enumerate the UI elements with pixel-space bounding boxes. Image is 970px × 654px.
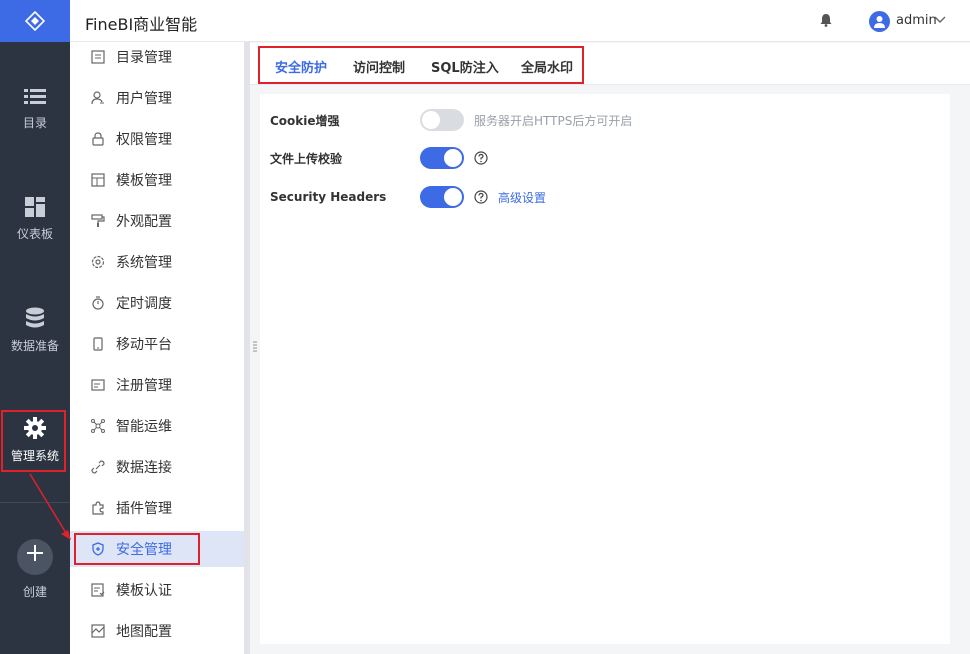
menu-item-plugin[interactable]: 插件管理	[70, 490, 244, 526]
rail-label: 仪表板	[16, 227, 53, 241]
network-icon	[90, 418, 106, 434]
menu-item-label: 用户管理	[116, 91, 172, 107]
map-icon	[90, 623, 106, 639]
menu-item-system[interactable]: 系统管理	[70, 244, 244, 280]
toggle-knob	[422, 111, 440, 129]
menu-item-label: 权限管理	[116, 132, 172, 148]
upload-check-toggle[interactable]	[420, 147, 464, 169]
menu-item-label: 模板认证	[116, 583, 172, 599]
menu-item-ops[interactable]: 智能运维	[70, 408, 244, 444]
menu-item-label: 智能运维	[116, 419, 172, 435]
menu-item-permission[interactable]: 权限管理	[70, 121, 244, 157]
logo-icon	[25, 11, 45, 31]
user-name[interactable]: admin	[896, 13, 937, 28]
plus-icon	[27, 545, 43, 561]
question-icon[interactable]	[474, 151, 488, 165]
main-nav-rail: 目录 仪表板 数据准备 管理系统 创建	[0, 0, 70, 654]
rail-item-dashboard[interactable]: 仪表板	[0, 197, 70, 242]
app-title: FineBI商业智能	[85, 15, 198, 34]
menu-item-label: 数据连接	[116, 460, 172, 476]
menu-item-catalog[interactable]: 目录管理	[70, 42, 244, 75]
menu-item-label: 外观配置	[116, 214, 172, 230]
menu-item-register[interactable]: 注册管理	[70, 367, 244, 403]
setting-row-headers: Security Headers 高级设置	[270, 185, 546, 209]
menu-item-label: 模板管理	[116, 173, 172, 189]
menu-item-map[interactable]: 地图配置	[70, 613, 244, 649]
toggle-knob	[444, 149, 462, 167]
setting-label: Security Headers	[270, 190, 387, 204]
finebi-logo[interactable]	[0, 0, 70, 42]
annotation-box-tabs	[258, 46, 584, 84]
mobile-icon	[90, 336, 106, 352]
menu-item-appearance[interactable]: 外观配置	[70, 203, 244, 239]
annotation-box-security	[74, 533, 200, 565]
database-icon	[26, 307, 44, 328]
list-icon	[24, 89, 46, 104]
catalog-icon	[90, 49, 106, 65]
top-header: FineBI商业智能 admin	[70, 0, 970, 42]
timer-icon	[90, 295, 106, 311]
lock-icon	[90, 131, 106, 147]
question-icon[interactable]	[474, 190, 488, 204]
rail-label: 数据准备	[10, 339, 59, 353]
menu-item-label: 注册管理	[116, 378, 172, 394]
rail-divider	[0, 502, 70, 503]
setting-label: 文件上传校验	[270, 151, 343, 166]
resize-handle[interactable]	[253, 340, 257, 354]
settings-icon	[90, 254, 106, 270]
bell-icon[interactable]	[820, 13, 832, 27]
setting-row-upload: 文件上传校验	[270, 146, 488, 170]
create-button[interactable]	[17, 539, 53, 575]
rail-label: 目录	[22, 116, 47, 130]
menu-item-user[interactable]: 用户管理	[70, 80, 244, 116]
menu-item-label: 系统管理	[116, 255, 172, 271]
link-icon	[90, 459, 106, 475]
rail-item-catalog[interactable]: 目录	[0, 88, 70, 131]
certify-icon	[90, 582, 106, 598]
paint-roller-icon	[90, 213, 106, 229]
puzzle-icon	[90, 500, 106, 516]
toggle-knob	[444, 188, 462, 206]
menu-item-schedule[interactable]: 定时调度	[70, 285, 244, 321]
security-headers-toggle[interactable]	[420, 186, 464, 208]
rail-item-create[interactable]: 创建	[0, 539, 70, 600]
menu-item-label: 目录管理	[116, 50, 172, 66]
menu-scrollbar[interactable]	[244, 42, 250, 654]
menu-item-label: 地图配置	[116, 624, 172, 640]
setting-row-cookie: Cookie增强 服务器开启HTTPS后方可开启	[270, 108, 632, 132]
user-icon	[90, 90, 106, 106]
rail-item-data-prep[interactable]: 数据准备	[0, 307, 70, 354]
advanced-settings-link[interactable]: 高级设置	[498, 189, 546, 206]
rail-label: 创建	[22, 585, 47, 599]
cookie-hint: 服务器开启HTTPS后方可开启	[474, 113, 633, 128]
menu-item-data-connection[interactable]: 数据连接	[70, 449, 244, 485]
menu-item-label: 移动平台	[116, 337, 172, 353]
avatar[interactable]	[869, 11, 890, 32]
menu-item-template[interactable]: 模板管理	[70, 162, 244, 198]
template-icon	[90, 172, 106, 188]
setting-label: Cookie增强	[270, 113, 340, 128]
chevron-down-icon[interactable]	[934, 16, 946, 24]
menu-item-mobile[interactable]: 移动平台	[70, 326, 244, 362]
security-settings-panel: Cookie增强 服务器开启HTTPS后方可开启 文件上传校验 Security…	[260, 94, 950, 644]
cookie-toggle[interactable]	[420, 109, 464, 131]
menu-item-label: 定时调度	[116, 296, 172, 312]
menu-item-template-certify[interactable]: 模板认证	[70, 572, 244, 608]
user-avatar-icon	[874, 16, 885, 28]
annotation-box-admin-system	[1, 410, 66, 472]
dashboard-icon	[25, 197, 45, 217]
menu-item-label: 插件管理	[116, 501, 172, 517]
register-icon	[90, 377, 106, 393]
